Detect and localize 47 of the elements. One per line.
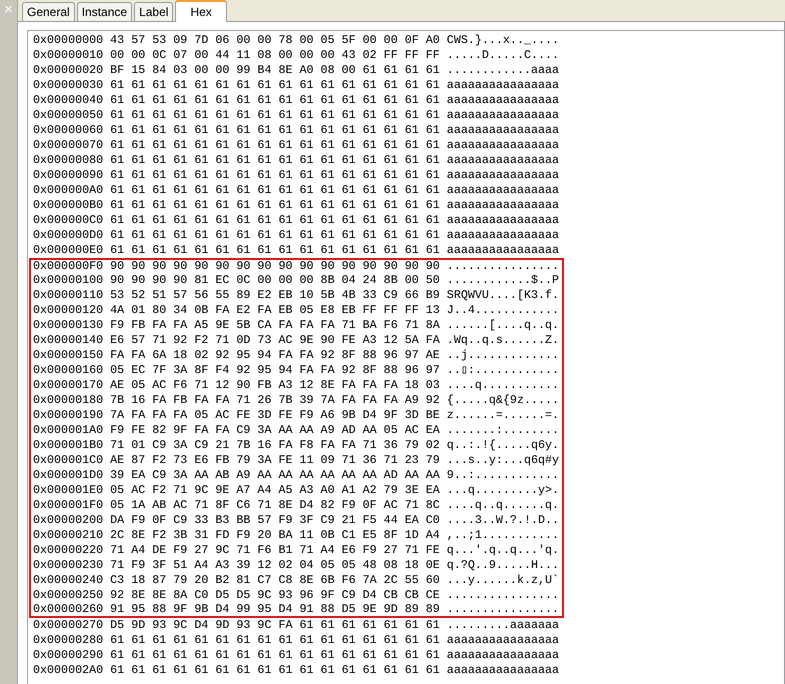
hex-row: 0x00000170 AE 05 AC F6 71 12 90 FB A3 12 8E FA FA FA 18 03 ....q........... bbox=[29, 378, 564, 393]
hex-row: 0x000000F0 90 90 90 90 90 90 90 90 90 90 90 90 90 90 90 90 ................ bbox=[29, 258, 564, 273]
hex-row-text: 0x00000000 43 57 53 09 7D 06 00 00 78 00 05 5F 00 00 0F A0 CWS.}...x.._.... bbox=[32, 33, 560, 48]
hex-row-text: 0x00000040 61 61 61 61 61 61 61 61 61 61 61 61 61 61 61 61 aaaaaaaaaaaaaaaa bbox=[32, 93, 560, 108]
hex-row-text: 0x00000010 00 00 0C 07 00 44 11 08 00 00 00 43 02 FF FF FF .....D.....C.... bbox=[32, 48, 560, 63]
hex-row-text: 0x00000070 61 61 61 61 61 61 61 61 61 61 61 61 61 61 61 61 aaaaaaaaaaaaaaaa bbox=[32, 138, 560, 153]
hex-row: 0x00000220 71 A4 DE F9 27 9C 71 F6 B1 71 A4 E6 F9 27 71 FE q...'.q..q...'q. bbox=[29, 543, 564, 558]
hex-row: 0x000001E0 05 AC F2 71 9C 9E A7 A4 A5 A3 A0 A1 A2 79 3E EA ...q.........y>. bbox=[29, 483, 564, 498]
hex-row-text: 0x00000290 61 61 61 61 61 61 61 61 61 61 61 61 61 61 61 61 aaaaaaaaaaaaaaaa bbox=[32, 648, 560, 663]
hex-row-text: 0x00000030 61 61 61 61 61 61 61 61 61 61 61 61 61 61 61 61 aaaaaaaaaaaaaaaa bbox=[32, 78, 560, 93]
hex-row: 0x00000210 2C 8E F2 3B 31 FD F9 20 BA 11 0B C1 E5 8F 1D A4 ,..;1........... bbox=[29, 528, 564, 543]
tab[interactable]: Hex bbox=[175, 0, 227, 22]
hex-row-text: 0x000000D0 61 61 61 61 61 61 61 61 61 61 61 61 61 61 61 61 aaaaaaaaaaaaaaaa bbox=[32, 228, 560, 243]
hex-row-text: 0x00000080 61 61 61 61 61 61 61 61 61 61 61 61 61 61 61 61 aaaaaaaaaaaaaaaa bbox=[32, 153, 560, 168]
hex-row-text: 0x000000B0 61 61 61 61 61 61 61 61 61 61 61 61 61 61 61 61 aaaaaaaaaaaaaaaa bbox=[32, 198, 560, 213]
hex-row-text: 0x00000280 61 61 61 61 61 61 61 61 61 61 61 61 61 61 61 61 aaaaaaaaaaaaaaaa bbox=[32, 633, 560, 648]
hex-row: 0x00000140 E6 57 71 92 F2 71 0D 73 AC 9E 90 FE A3 12 5A FA .Wq..q.s......Z. bbox=[29, 333, 564, 348]
hex-row: 0x000001A0 F9 FE 82 9F FA FA C9 3A AA AA A9 AD AA 05 AC EA .......:........ bbox=[29, 423, 564, 438]
hex-row-text: 0x000000E0 61 61 61 61 61 61 61 61 61 61 61 61 61 61 61 61 aaaaaaaaaaaaaaaa bbox=[32, 243, 560, 258]
tab[interactable]: Label bbox=[134, 2, 174, 21]
hex-row: 0x000001B0 71 01 C9 3A C9 21 7B 16 FA F8 FA FA 71 36 79 02 q..:.!{.....q6y. bbox=[29, 438, 564, 453]
hex-row-text: 0x000000A0 61 61 61 61 61 61 61 61 61 61 61 61 61 61 61 61 aaaaaaaaaaaaaaaa bbox=[32, 183, 560, 198]
hex-row: 0x000001C0 AE 87 F2 73 E6 FB 79 3A FE 11 09 71 36 71 23 79 ...s..y:...q6q#y bbox=[29, 453, 564, 468]
hex-row: 0x00000120 4A 01 80 34 0B FA E2 FA EB 05 E8 EB FF FF FF 13 J..4............ bbox=[29, 303, 564, 318]
hex-row: 0x00000110 53 52 51 57 56 55 89 E2 EB 10 5B 4B 33 C9 66 B9 SRQWVU....[K3.f. bbox=[29, 288, 564, 303]
hex-row-text: 0x00000050 61 61 61 61 61 61 61 61 61 61 61 61 61 61 61 61 aaaaaaaaaaaaaaaa bbox=[32, 108, 560, 123]
tab[interactable]: Instance bbox=[76, 2, 132, 21]
hex-row: 0x00000180 7B 16 FA FB FA FA 71 26 7B 39 7A FA FA FA A9 92 {.....q&{9z..... bbox=[29, 393, 564, 408]
hex-row: 0x00000190 7A FA FA FA 05 AC FE 3D FE F9 A6 9B D4 9F 3D BE z......=......=. bbox=[29, 408, 564, 423]
tab[interactable]: General bbox=[22, 2, 75, 21]
hex-row: 0x000001D0 39 EA C9 3A AA AB A9 AA AA AA AA AA AA AD AA AA 9..:............ bbox=[29, 468, 564, 483]
hex-row-text: 0x000002A0 61 61 61 61 61 61 61 61 61 61 61 61 61 61 61 61 aaaaaaaaaaaaaaaa bbox=[32, 663, 560, 678]
hex-row: 0x00000100 90 90 90 90 81 EC 0C 00 00 00 8B 04 24 8B 00 50 ............$..P bbox=[29, 273, 564, 288]
hex-row-text: 0x00000090 61 61 61 61 61 61 61 61 61 61 61 61 61 61 61 61 aaaaaaaaaaaaaaaa bbox=[32, 168, 560, 183]
hex-row: 0x00000160 05 EC 7F 3A 8F F4 92 95 94 FA FA 92 8F 88 96 97 ..▯:............ bbox=[29, 363, 564, 378]
hex-row: 0x00000240 C3 18 87 79 20 B2 81 C7 C8 8E 6B F6 7A 2C 55 60 ...y......k.z,U` bbox=[29, 573, 564, 588]
hex-row: 0x00000130 F9 FB FA FA A5 9E 5B CA FA FA FA 71 BA F6 71 8A ......[....q..q. bbox=[29, 318, 564, 333]
hex-row: 0x00000250 92 8E 8E 8A C0 D5 D5 9C 93 96 9F C9 D4 CB CB CE ................ bbox=[29, 588, 564, 603]
hex-row: 0x000001F0 05 1A AB AC 71 8F C6 71 8E D4 82 F9 0F AC 71 8C ....q..q......q. bbox=[29, 498, 564, 513]
hex-row-text: 0x000000C0 61 61 61 61 61 61 61 61 61 61 61 61 61 61 61 61 aaaaaaaaaaaaaaaa bbox=[32, 213, 560, 228]
hex-row: 0x00000230 71 F9 3F 51 A4 A3 39 12 02 04 05 05 48 08 18 0E q.?Q..9.....H... bbox=[29, 558, 564, 573]
hex-row: 0x00000200 DA F9 0F C9 33 B3 BB 57 F9 3F C9 21 F5 44 EA C0 ....3..W.?.!.D.. bbox=[29, 513, 564, 528]
hex-row: 0x00000150 FA FA 6A 18 02 92 95 94 FA FA 92 8F 88 96 97 AE ..j............. bbox=[29, 348, 564, 363]
hex-row-text: 0x00000020 BF 15 84 03 00 00 99 B4 8E A0 08 00 61 61 61 61 ............aaaa bbox=[32, 63, 560, 78]
hex-row-text: 0x00000060 61 61 61 61 61 61 61 61 61 61 61 61 61 61 61 61 aaaaaaaaaaaaaaaa bbox=[32, 123, 560, 138]
hex-row: 0x00000260 91 95 88 9F 9B D4 99 95 D4 91 88 D5 9E 9D 89 89 ................ bbox=[29, 603, 564, 618]
hex-row-text: 0x00000270 D5 9D 93 9C D4 9D 93 9C FA 61 61 61 61 61 61 61 .........aaaaaaa bbox=[32, 618, 560, 633]
